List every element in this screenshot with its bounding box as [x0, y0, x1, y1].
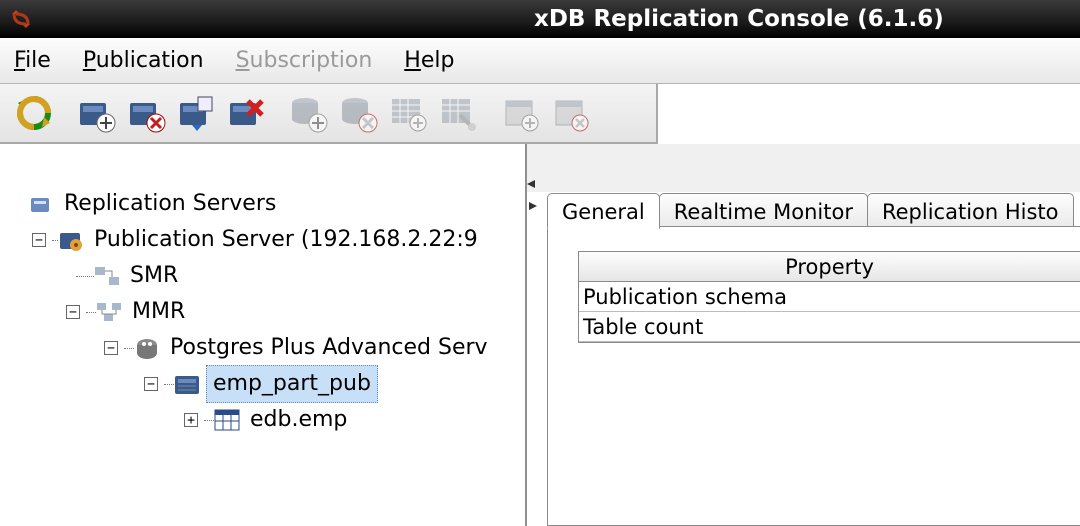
tree-node-pub-server[interactable]: − Publication Server (192.168.2.22:9 — [32, 222, 492, 258]
tree-node-mmr[interactable]: − MMR — [66, 294, 492, 330]
expand-toggle[interactable]: + — [184, 413, 198, 427]
mmr-icon — [96, 299, 122, 325]
collapse-toggle[interactable]: − — [104, 341, 118, 355]
menu-publication[interactable]: Publication — [83, 48, 204, 73]
tree-node-smr[interactable]: SMR — [76, 258, 492, 294]
postgres-icon — [134, 335, 160, 361]
property-row[interactable]: Publication schema — [579, 282, 1080, 312]
tab-general[interactable]: General — [547, 193, 660, 229]
schedule-add-button[interactable] — [496, 89, 544, 137]
table-icon — [214, 407, 240, 433]
property-table: Property Publication schema Table count — [578, 251, 1080, 343]
toolbar — [0, 84, 658, 144]
menu-help[interactable]: Help — [404, 48, 454, 73]
tree-label-selected: emp_part_pub — [206, 365, 378, 403]
tree-label: SMR — [126, 258, 182, 294]
remove-db-button[interactable] — [334, 89, 382, 137]
menu-subscription: Subscription — [236, 48, 373, 73]
tree-pane: Replication Servers − Publication Server… — [0, 144, 527, 526]
menu-file[interactable]: File — [14, 48, 51, 73]
tree-node-table[interactable]: + edb.emp — [184, 402, 492, 438]
remove-server-button[interactable] — [122, 89, 170, 137]
smr-icon — [94, 263, 120, 289]
delete-server-button[interactable] — [222, 89, 270, 137]
publication-icon — [174, 371, 200, 397]
title-bar: xDB Replication Console (6.1.6) — [0, 0, 1080, 38]
property-column-header[interactable]: Property — [579, 252, 1080, 282]
tab-replication-history[interactable]: Replication Histo — [867, 193, 1074, 228]
tab-bar: General Realtime Monitor Replication His… — [547, 188, 1080, 228]
app-icon — [8, 6, 34, 32]
tree-node-publication[interactable]: − emp_part_pub — [144, 366, 492, 402]
tab-realtime-monitor[interactable]: Realtime Monitor — [659, 193, 868, 228]
tab-content-general: Property Publication schema Table count — [547, 226, 1080, 526]
add-server-button[interactable] — [72, 89, 120, 137]
collapse-toggle[interactable]: − — [144, 377, 158, 391]
import-server-button[interactable] — [172, 89, 220, 137]
schedule-remove-button[interactable] — [546, 89, 594, 137]
menu-bar: File Publication Subscription Help — [0, 38, 1080, 84]
collapse-toggle[interactable]: − — [32, 233, 46, 247]
tree-label: MMR — [128, 294, 189, 330]
tree-label: Postgres Plus Advanced Serv — [166, 330, 492, 366]
publication-grid-add-button[interactable] — [384, 89, 432, 137]
add-db-button[interactable] — [284, 89, 332, 137]
servers-icon — [28, 191, 54, 217]
property-row[interactable]: Table count — [579, 312, 1080, 342]
tree-node-database[interactable]: − Postgres Plus Advanced Serv — [104, 330, 492, 366]
details-pane: General Realtime Monitor Replication His… — [527, 144, 1080, 526]
publication-server-icon — [58, 227, 84, 253]
tree-node-root[interactable]: Replication Servers — [28, 186, 492, 222]
tree-label: Replication Servers — [60, 186, 280, 222]
publication-grid-link-button[interactable] — [434, 89, 482, 137]
collapse-toggle[interactable]: − — [66, 305, 80, 319]
tree-label: edb.emp — [246, 402, 351, 438]
pane-collapse-arrows[interactable] — [527, 180, 539, 210]
refresh-button[interactable] — [10, 89, 58, 137]
window-title: xDB Replication Console (6.1.6) — [534, 6, 944, 32]
tree-label: Publication Server (192.168.2.22:9 — [90, 222, 482, 258]
